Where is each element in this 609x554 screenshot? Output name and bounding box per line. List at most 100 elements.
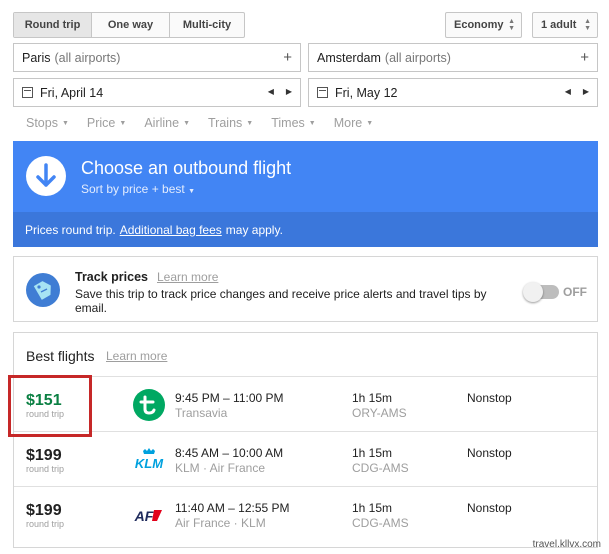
filter-more[interactable]: More ▼ bbox=[334, 116, 373, 130]
price-highlight-box bbox=[8, 375, 92, 437]
best-learn-more-link[interactable]: Learn more bbox=[106, 349, 167, 363]
depart-date: Fri, April 14 bbox=[40, 85, 104, 100]
track-prices-toggle[interactable] bbox=[523, 282, 559, 302]
price-subtext: round trip bbox=[26, 464, 65, 474]
klm-logo-text: KLM bbox=[135, 456, 164, 471]
flight-duration: 1h 15m bbox=[352, 501, 393, 515]
add-origin-plus-icon[interactable]: + bbox=[283, 49, 292, 66]
return-date-field[interactable]: Fri, May 12 ◀ ▶ bbox=[308, 78, 598, 107]
best-flights-header: Best flights Learn more bbox=[14, 333, 597, 377]
best-flights-card: Best flights Learn more $151 round trip … bbox=[13, 332, 598, 548]
sort-label: Sort by price + best bbox=[81, 182, 185, 196]
multi-city-button[interactable]: Multi-city bbox=[170, 13, 244, 37]
cabin-class-select[interactable]: Economy ▲ ▼ bbox=[445, 12, 522, 38]
flight-route: CDG-AMS bbox=[352, 516, 409, 530]
passengers-select[interactable]: 1 adult ▲ ▼ bbox=[532, 12, 598, 38]
track-prices-card: Track prices Learn more Save this trip t… bbox=[13, 256, 598, 322]
flight-times: 8:45 AM – 10:00 AM bbox=[175, 446, 284, 460]
filter-stops[interactable]: Stops ▼ bbox=[26, 116, 69, 130]
track-prices-description: Save this trip to track price changes an… bbox=[75, 287, 487, 315]
air-france-logo-text: AF bbox=[134, 508, 154, 524]
filter-price[interactable]: Price ▼ bbox=[87, 116, 126, 130]
caret-down-icon: ▼ bbox=[246, 119, 254, 127]
filter-label: Airline bbox=[144, 116, 180, 130]
filter-label: Price bbox=[86, 116, 116, 130]
flight-airline: Air France · KLM bbox=[175, 516, 266, 530]
sort-dropdown[interactable]: Sort by price + best ▼ bbox=[81, 182, 195, 196]
flight-stops: Nonstop bbox=[467, 446, 512, 460]
return-date-nav: ◀ ▶ bbox=[565, 87, 589, 96]
flight-duration: 1h 15m bbox=[352, 446, 393, 460]
toggle-state-label: OFF bbox=[563, 285, 587, 299]
flight-route: CDG-AMS bbox=[352, 461, 409, 475]
calendar-icon bbox=[317, 87, 328, 98]
depart-date-nav: ◀ ▶ bbox=[268, 87, 292, 96]
flight-times: 11:40 AM – 12:55 PM bbox=[175, 501, 290, 515]
watermark: travel.kllvx.com bbox=[532, 539, 601, 550]
filter-times[interactable]: Times ▼ bbox=[271, 116, 316, 130]
flight-stops: Nonstop bbox=[467, 501, 512, 515]
flight-times: 9:45 PM – 11:00 PM bbox=[175, 391, 284, 405]
flight-stops: Nonstop bbox=[467, 391, 512, 405]
flight-price: $199 bbox=[26, 502, 62, 519]
round-trip-button[interactable]: Round trip bbox=[14, 13, 92, 37]
flight-airline: Transavia bbox=[175, 406, 228, 420]
outbound-banner: Choose an outbound flight Sort by price … bbox=[13, 141, 598, 212]
price-note-bar: Prices round trip. Additional bag fees m… bbox=[13, 212, 598, 247]
caret-down-icon: ▼ bbox=[188, 188, 195, 195]
filter-bar: Stops ▼ Price ▼ Airline ▼ Trains ▼ Times ▼ Mo… bbox=[26, 116, 391, 130]
filter-trains[interactable]: Trains ▼ bbox=[208, 116, 253, 130]
destination-field[interactable]: Amsterdam (all airports) + bbox=[308, 43, 598, 72]
depart-date-field[interactable]: Fri, April 14 ◀ ▶ bbox=[13, 78, 301, 107]
track-prices-title: Track prices bbox=[75, 270, 148, 284]
updown-arrows-icon: ▲ ▼ bbox=[584, 18, 591, 32]
price-note-suffix: may apply. bbox=[225, 222, 283, 237]
caret-down-icon: ▼ bbox=[183, 119, 191, 127]
price-tag-icon bbox=[26, 273, 60, 307]
next-date-arrow-icon[interactable]: ▶ bbox=[583, 87, 589, 96]
flight-price: $199 bbox=[26, 447, 62, 464]
flight-row[interactable]: $199 round trip KLM 8:45 AM – 10:00 AM K… bbox=[14, 432, 597, 487]
calendar-icon bbox=[22, 87, 33, 98]
filter-label: Times bbox=[271, 116, 305, 130]
next-date-arrow-icon[interactable]: ▶ bbox=[286, 87, 292, 96]
return-date: Fri, May 12 bbox=[335, 85, 398, 100]
origin-qualifier: (all airports) bbox=[54, 50, 121, 65]
transavia-logo-icon bbox=[132, 388, 166, 422]
add-destination-plus-icon[interactable]: + bbox=[580, 49, 589, 66]
passengers-value: 1 adult bbox=[541, 19, 577, 31]
flight-row[interactable]: $199 round trip AF 11:40 AM – 12:55 PM A… bbox=[14, 487, 597, 542]
filter-label: Trains bbox=[208, 116, 243, 130]
caret-down-icon: ▼ bbox=[366, 119, 374, 127]
filter-airline[interactable]: Airline ▼ bbox=[144, 116, 190, 130]
caret-down-icon: ▼ bbox=[61, 119, 69, 127]
origin-city: Paris bbox=[22, 50, 51, 65]
caret-down-icon: ▼ bbox=[308, 119, 316, 127]
caret-down-icon: ▼ bbox=[119, 119, 127, 127]
air-france-logo-icon: AF bbox=[132, 498, 166, 532]
filter-label: Stops bbox=[26, 116, 58, 130]
best-flights-title: Best flights bbox=[26, 348, 95, 364]
flight-duration: 1h 15m bbox=[352, 391, 393, 405]
one-way-button[interactable]: One way bbox=[92, 13, 170, 37]
down-arrow-icon bbox=[26, 156, 66, 196]
destination-qualifier: (all airports) bbox=[384, 50, 451, 65]
klm-logo-icon: KLM bbox=[132, 443, 166, 477]
price-note-prefix: Prices round trip. bbox=[25, 222, 116, 237]
flight-airline: KLM · Air France bbox=[175, 461, 266, 475]
filter-label: More bbox=[333, 116, 363, 130]
trip-type-selector: Round trip One way Multi-city bbox=[13, 12, 245, 38]
origin-field[interactable]: Paris (all airports) + bbox=[13, 43, 301, 72]
price-subtext: round trip bbox=[26, 519, 65, 529]
destination-city: Amsterdam bbox=[317, 50, 381, 65]
track-learn-more-link[interactable]: Learn more bbox=[157, 270, 218, 284]
updown-arrows-icon: ▲ ▼ bbox=[508, 18, 515, 32]
prev-date-arrow-icon[interactable]: ◀ bbox=[565, 87, 571, 96]
prev-date-arrow-icon[interactable]: ◀ bbox=[268, 87, 274, 96]
bag-fees-link[interactable]: Additional bag fees bbox=[120, 223, 222, 237]
flight-row[interactable]: $151 round trip 9:45 PM – 11:00 PM Trans… bbox=[14, 377, 597, 432]
cabin-class-value: Economy bbox=[454, 19, 504, 31]
toggle-knob bbox=[523, 282, 543, 302]
flight-route: ORY-AMS bbox=[352, 406, 407, 420]
banner-title: Choose an outbound flight bbox=[81, 158, 292, 178]
